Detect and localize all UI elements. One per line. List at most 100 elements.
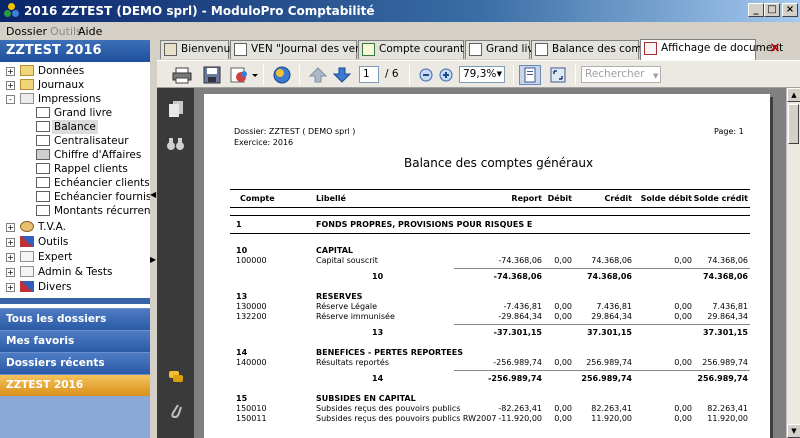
scroll-up-button[interactable]: ▲ [787,88,800,102]
tree-item-outils[interactable]: + Outils [0,235,150,249]
tree-label: Chiffre d'Affaires [54,149,142,161]
scroll-thumb[interactable] [788,104,799,144]
search-input[interactable]: Rechercher [581,66,661,83]
tree-item-divers[interactable]: + Divers [0,280,150,294]
save-button[interactable] [201,65,223,85]
fit-width-button[interactable] [519,65,541,85]
panel-splitter[interactable]: ◀ ▶ [150,40,156,438]
tree-item-balance[interactable]: Balance [0,120,150,134]
minimize-button[interactable]: _ [748,3,764,17]
nav-mes-favoris[interactable]: Mes favoris [0,330,153,352]
tree-item-journaux[interactable]: + Journaux [0,78,150,92]
tree-item-impressions[interactable]: - Impressions [0,92,150,106]
panel-grip[interactable] [0,298,150,304]
cell-debit: 0,00 [554,358,572,367]
floppy-icon [203,66,221,84]
zoom-select[interactable]: 79,3% ▼ [459,66,505,83]
menu-aide[interactable]: Aide [78,25,102,38]
comments-icon[interactable] [168,370,184,384]
tree-item-echeancier-clients[interactable]: Echéancier clients [0,176,150,190]
report-icon [535,43,548,56]
cell-compte: 140000 [236,358,267,367]
col-solde-credit: Solde crédit [693,194,748,203]
tree-item-expert[interactable]: + Expert [0,250,150,264]
binoculars-icon[interactable] [167,136,185,152]
tree-item-tva[interactable]: + T.V.A. [0,220,150,234]
cell-solde-credit: 29.864,34 [707,312,748,321]
expander-icon[interactable]: + [6,268,15,277]
expander-icon[interactable]: + [6,283,15,292]
tree-item-rappel-clients[interactable]: Rappel clients [0,162,150,176]
previous-page-button[interactable] [307,65,329,85]
close-tab-icon[interactable]: × [769,41,783,56]
expander-icon[interactable]: + [6,67,15,76]
attachment-icon[interactable] [169,402,183,420]
menu-dossier[interactable]: Dossier [6,25,47,38]
scroll-down-button[interactable]: ▼ [787,424,800,438]
tab-label: Bienvenue [181,43,237,55]
maximize-button[interactable]: □ [764,3,780,17]
close-button[interactable]: × [782,3,798,17]
nav-zztest-2016[interactable]: ZZTEST 2016 [0,374,153,396]
cell-solde-credit: 256.989,74 [702,358,748,367]
nav-dossiers-recents[interactable]: Dossiers récents [0,352,153,374]
report-icon [36,177,50,188]
group-code: 10 [236,246,248,255]
pdf-document-icon [644,42,657,55]
expander-icon[interactable]: + [6,81,15,90]
tools-icon [20,236,34,247]
tree-label-selected: Balance [52,120,98,134]
tree-label: Admin & Tests [38,266,113,278]
page-number-input[interactable]: 1 [359,66,379,83]
collapse-icon[interactable]: - [6,95,15,104]
tab-grand-livre[interactable]: Grand livre [465,40,544,59]
subtotal-solde-credit: 37.301,15 [702,328,748,337]
fullscreen-button[interactable] [547,65,569,85]
folder-icon [20,65,34,76]
tree-item-admin-tests[interactable]: + Admin & Tests [0,265,150,279]
document-icon [20,266,34,277]
collapse-arrow-icon[interactable]: ◀ [150,190,156,199]
cell-debit: 0,00 [554,404,572,413]
cell-credit: 11.920,00 [591,414,632,423]
search-dropdown-icon[interactable]: ▼ [653,72,658,80]
expander-icon[interactable]: + [6,238,15,247]
toolbar-separator [409,65,410,85]
export-button[interactable] [229,65,259,85]
next-page-button[interactable] [331,65,353,85]
col-debit: Débit [547,194,572,203]
tree-item-chiffre-affaires[interactable]: Chiffre d'Affaires [0,148,150,162]
tree-item-donnees[interactable]: + Données [0,64,150,78]
cell-solde-credit: 74.368,06 [707,256,748,265]
nav-tous-les-dossiers[interactable]: Tous les dossiers [0,308,153,330]
navigation-tree: + Données + Journaux - Impressions Grand… [0,62,153,334]
export-icon [230,67,258,83]
expander-icon[interactable]: + [6,253,15,262]
tab-compte-courant-tva[interactable]: Compte courant TVA [358,40,487,59]
vertical-scrollbar[interactable]: ▲ ▼ [786,88,800,438]
cell-solde-credit: 11.920,00 [707,414,748,423]
expand-arrow-icon[interactable]: ▶ [150,255,156,264]
mail-button[interactable] [271,65,293,85]
chevron-down-icon[interactable]: ▼ [497,67,502,82]
tab-affichage-document[interactable]: Affichage de document [640,39,783,60]
pages-icon[interactable] [168,100,184,118]
expander-icon[interactable]: + [6,223,15,232]
tree-item-grand-livre[interactable]: Grand livre [0,106,150,120]
tab-bienvenue[interactable]: Bienvenue [160,40,237,59]
tree-item-montants-recurrents[interactable]: Montants récurrents [0,204,153,218]
tree-item-echeancier-fournisseurs[interactable]: Echéancier fournisseurs [0,190,153,204]
subtotal-report: -74.368,06 [493,272,542,281]
tab-journal-ventes[interactable]: VEN "Journal des ventes" [230,40,383,59]
tree-item-centralisateur[interactable]: Centralisateur [0,134,150,148]
print-button[interactable] [171,65,193,85]
zoom-out-button[interactable] [415,65,437,85]
zoom-in-button[interactable] [435,65,457,85]
tab-balance-des-comptes[interactable]: Balance des comptes [531,40,664,59]
document-viewer[interactable]: Dossier: ZZTEST ( DEMO sprl ) Exercice: … [194,88,786,438]
tree-label: Montants récurrents [54,205,153,217]
tva-icon [20,221,34,232]
cell-credit: 7.436,81 [596,302,632,311]
printer-folder-icon [20,93,34,104]
col-solde-debit: Solde débit [640,194,692,203]
